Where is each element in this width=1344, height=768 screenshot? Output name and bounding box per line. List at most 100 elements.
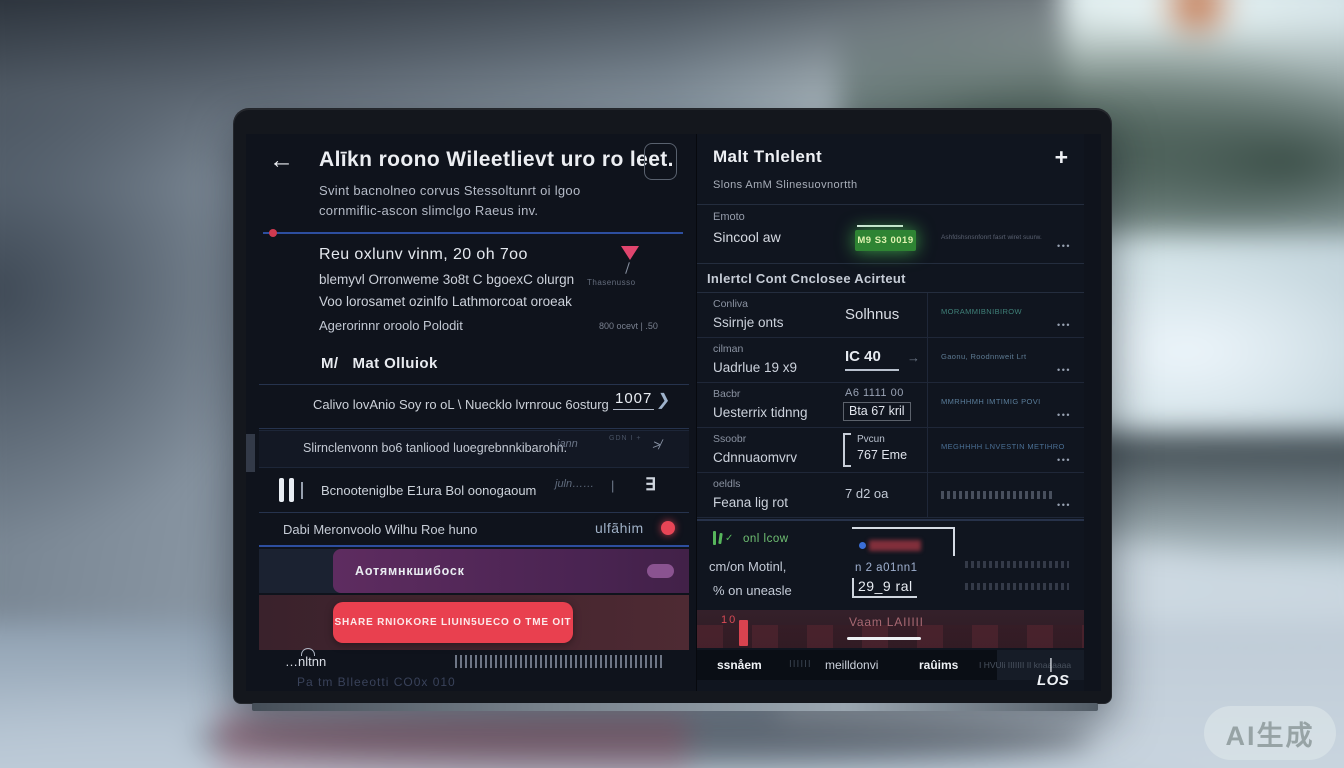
record-row-label: Dabi Meronvoolo Wilhu Roe huno (283, 522, 477, 537)
footer-item[interactable]: I HVUli IIIIIII II knaaaaaa (979, 660, 1071, 670)
recording-dot-indicator (661, 521, 675, 535)
logo-text: LOS (1037, 672, 1069, 689)
featured-row-category: Emoto (713, 211, 745, 223)
row-value: Pvcun (857, 434, 885, 445)
featured-row[interactable]: Emoto Sincool aw M9 S3 0019 Ashfdshsnsnf… (697, 204, 1084, 264)
note-row-label: Slirnclenvonn bo6 tanliood luoegrebnnkib… (303, 441, 567, 455)
accent-divider (259, 545, 689, 547)
row-divider (259, 384, 689, 385)
mini-chart-panel[interactable]: 10 Vaam LAIIIII (697, 610, 1084, 648)
row-label: Cdnnuaomvrv (713, 450, 797, 465)
stats-line1: cm/on Motinl, (709, 559, 786, 574)
pipe-divider: | (611, 478, 614, 493)
bracket-outline-icon (843, 433, 851, 467)
share-arrow-icon[interactable]: ≯ (651, 437, 662, 452)
share-cta-button[interactable]: SHARE RNIOKORE LIUIN5UECO O TME OIT (333, 602, 573, 643)
table-row[interactable]: oeldls Feana lig rot 7 d2 oa ••• (697, 473, 1084, 518)
pause-row-label: Bcnooteniglbe E1ura Bol oonogaoum (321, 483, 536, 498)
more-options-button[interactable]: ••• (1057, 365, 1071, 375)
more-options-button[interactable]: ••• (1057, 455, 1071, 465)
stats-box-value: 29_9 ral (852, 578, 917, 598)
row-link-note[interactable]: Gaonu, Roodnnweit Lrt (941, 352, 1065, 361)
page-title: Alīkn roono Wileetlievt uro ro leet. (319, 148, 674, 172)
footer-item[interactable]: ssnåem (717, 658, 762, 672)
accent-divider (263, 232, 683, 234)
pink-triangle-tail (625, 262, 630, 274)
pause-row-annotation: juln…… (555, 478, 594, 490)
footer-item[interactable]: raûims (919, 658, 958, 672)
bookmark-square-icon[interactable] (644, 143, 677, 180)
row-faint-placeholder (941, 491, 1053, 499)
more-options-button[interactable]: ••• (1057, 320, 1071, 330)
photo-scene: ← Alīkn roono Wileetlievt uro ro leet. S… (0, 0, 1344, 768)
list-section-title: Inlertcl Cont Cnclosee Acirteut (707, 271, 906, 286)
panel-subtitle: Slons AmM Slinesuovnortth (713, 179, 858, 191)
bracket-icon[interactable]: ∃ (645, 475, 656, 495)
chart-underline (847, 637, 921, 640)
featured-row-note: Ashfdshsnsnfonrt fasrt wiret suurw. (941, 233, 1049, 243)
more-options-button[interactable]: ••• (1057, 410, 1071, 420)
left-panel: ← Alīkn roono Wileetlievt uro ro leet. S… (259, 134, 689, 691)
red-blur-highlight (869, 540, 921, 551)
row-label: Uesterrix tidnng (713, 405, 808, 420)
scrollbar-fragment[interactable] (246, 434, 255, 472)
share-cta-label: SHARE RNIOKORE LIUIN5UECO O TME OIT (335, 617, 572, 628)
featured-row-overline (857, 225, 903, 227)
back-button[interactable]: ← (269, 148, 294, 173)
faint-line-placeholder (965, 561, 1069, 568)
ai-watermark-label: AI生成 (1226, 714, 1315, 753)
quantity-value[interactable]: 1007 (613, 390, 654, 410)
back-arrow-icon: ← (269, 146, 294, 174)
striped-progress-bar[interactable] (455, 655, 665, 668)
pause-row[interactable]: Bcnooteniglbe E1ura Bol oonogaoum juln……… (259, 470, 689, 512)
row-value: IC 40 (845, 348, 881, 365)
table-row[interactable]: Ssoobr Cdnnuaomvrv Pvcun 767 Eme MEGHHHH… (697, 428, 1084, 473)
more-options-button[interactable]: ••• (1057, 500, 1071, 510)
chart-left-value: 10 (721, 614, 737, 626)
footer-item[interactable]: IIIIII (789, 659, 812, 670)
highlight-row[interactable]: Аотямнкшибоск (259, 549, 689, 593)
note-row-tiny-label: GDN I + (609, 435, 641, 442)
product-spec-note: Thasenusso (587, 278, 636, 287)
stats-section: ✓ onl lcow cm/on Motinl, % on uneasle n … (697, 519, 1084, 608)
highlight-row-label: Аотямнкшибоск (355, 564, 465, 578)
row-category: oeldls (713, 478, 740, 490)
row-value: 7 d2 oa (845, 486, 888, 501)
record-row-value: ulfãhim (595, 520, 644, 536)
row-value-underline (845, 369, 899, 371)
note-row[interactable]: Slirnclenvonn bo6 tanliood luoegrebnnkib… (259, 430, 689, 468)
row-label: Ssirnje onts (713, 315, 784, 330)
footer-item[interactable]: meilldonvi (825, 658, 878, 672)
product-footnote-value: 800 ocevt | .50 (599, 321, 658, 331)
section-prefix: M/ (321, 355, 338, 372)
add-button[interactable]: + (1055, 144, 1068, 171)
product-footnote: Agerorinnr oroolo Polodit (319, 318, 463, 333)
text-cursor: | (1049, 656, 1053, 673)
pink-triangle-icon (621, 246, 639, 260)
note-row-annotation: jann (557, 438, 578, 450)
table-row[interactable]: Conliva Ssirnje onts Solhnus MORAMMIBNIB… (697, 293, 1084, 338)
stats-corner-box (852, 527, 955, 556)
row-divider (259, 428, 689, 429)
page-subtitle-line2: cornmiflic-ascon slimclgo Raeus inv. (319, 203, 538, 218)
cta-band: SHARE RNIOKORE LIUIN5UECO O TME OIT (259, 595, 689, 650)
product-spec: blemyvl Orronweme 3o8t C bgoexC olurgn (319, 272, 574, 287)
table-row[interactable]: Bacbr Uesterrix tidnng A6 1111 00 Bta 67… (697, 383, 1084, 428)
featured-row-label: Sincool aw (713, 229, 781, 245)
chevron-right-icon[interactable]: ❯ (656, 390, 672, 410)
row-link-note[interactable]: MMRHHMH IMTIMIG POVI (941, 397, 1065, 406)
progress-label: …nltnn (285, 654, 326, 669)
background-orange-blob (1154, 0, 1240, 44)
blue-dot-indicator (859, 542, 866, 549)
row-link-note[interactable]: MORAMMIBNIBIROW (941, 307, 1065, 316)
screen-reflection (218, 714, 688, 768)
more-options-button[interactable]: ••• (1057, 241, 1071, 251)
row-link-note[interactable]: MEGHHHH LNVESTIN METIHRO (941, 442, 1065, 451)
page-subtitle-line1: Svint bacnolneo corvus Stessoltunrt oi l… (319, 183, 581, 198)
ai-watermark-badge: AI生成 (1204, 706, 1336, 760)
toggle-switch[interactable] (647, 564, 674, 578)
faint-line-placeholder (965, 583, 1069, 590)
table-row[interactable]: cilman Uadrlue 19 x9 IC 40 → Gaonu, Rood… (697, 338, 1084, 383)
data-rows: Conliva Ssirnje onts Solhnus MORAMMIBNIB… (697, 292, 1084, 517)
panel-title: Malt Tnlelent (713, 147, 822, 167)
